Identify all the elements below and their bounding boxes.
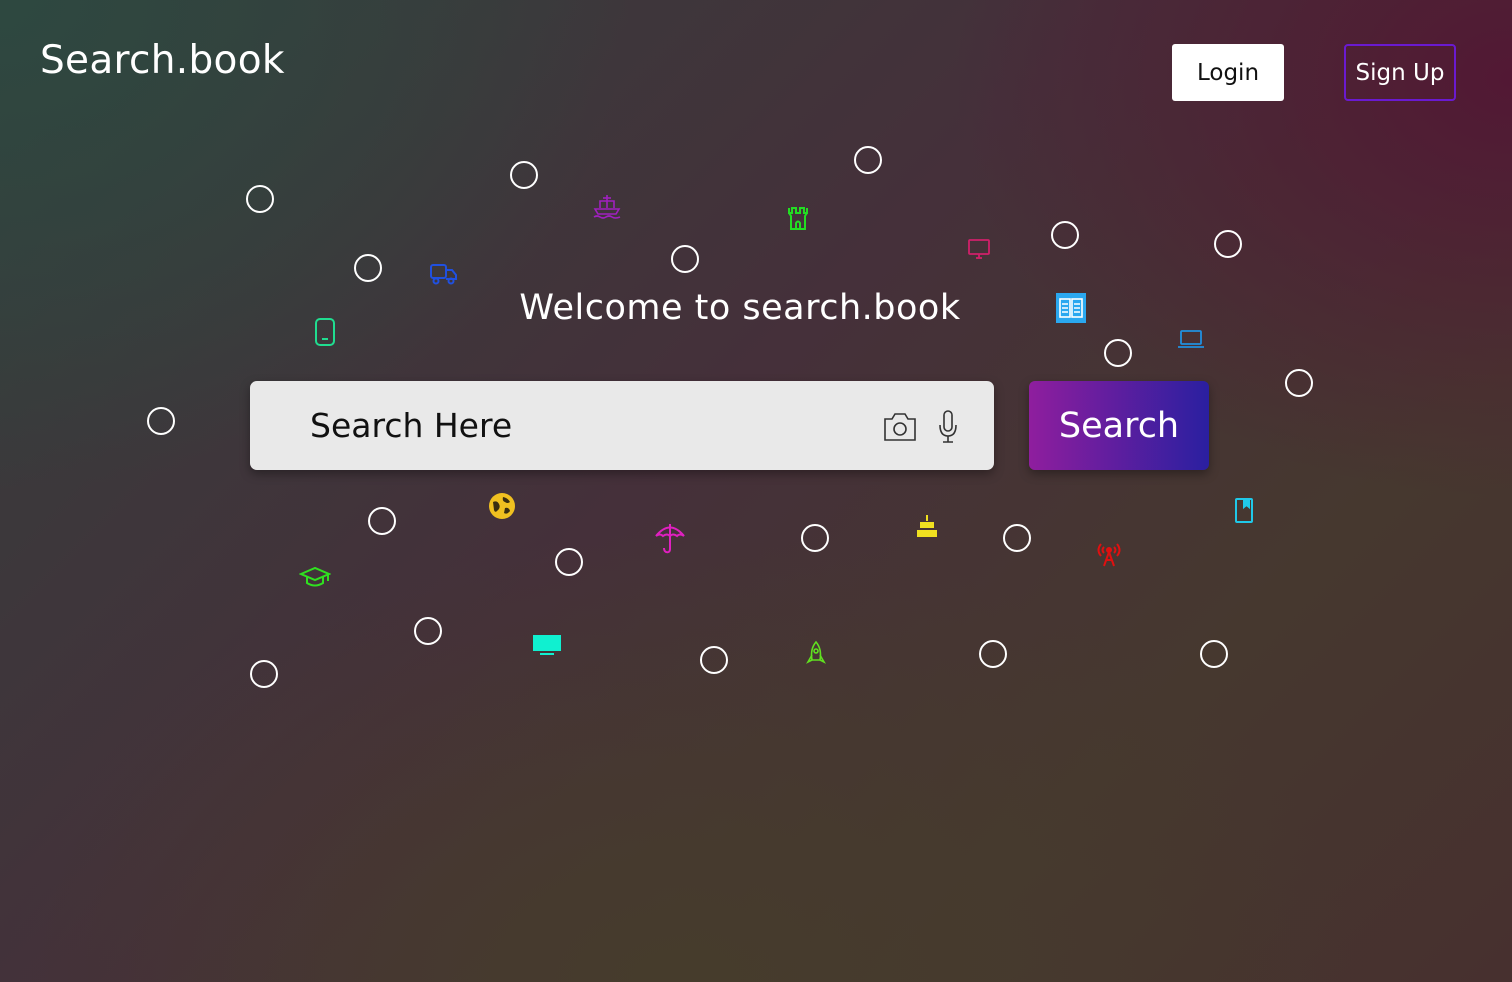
search-input[interactable] bbox=[306, 381, 914, 470]
tv-icon bbox=[533, 635, 561, 655]
microphone-icon[interactable] bbox=[938, 409, 958, 445]
login-button[interactable]: Login bbox=[1172, 44, 1284, 101]
globe-icon bbox=[489, 493, 515, 519]
bubble-circle bbox=[510, 161, 538, 189]
bubble-circle bbox=[854, 146, 882, 174]
radio-tower-icon bbox=[1097, 543, 1121, 567]
bubble-circle bbox=[1104, 339, 1132, 367]
rocket-icon bbox=[805, 640, 827, 664]
ship-icon bbox=[593, 195, 621, 219]
site-logo[interactable]: Search.book bbox=[40, 38, 285, 83]
bubble-circle bbox=[1214, 230, 1242, 258]
bubble-circle bbox=[700, 646, 728, 674]
bubble-circle bbox=[414, 617, 442, 645]
bubble-circle bbox=[801, 524, 829, 552]
bubble-circle bbox=[979, 640, 1007, 668]
graduation-cap-icon bbox=[299, 566, 331, 587]
bubble-circle bbox=[1051, 221, 1079, 249]
bubble-circle bbox=[354, 254, 382, 282]
camera-icon[interactable] bbox=[882, 411, 918, 443]
bubble-circle bbox=[671, 245, 699, 273]
cake-icon bbox=[917, 515, 937, 537]
book-icon bbox=[1235, 498, 1253, 523]
search-button[interactable]: Search bbox=[1029, 381, 1209, 470]
bubble-circle bbox=[555, 548, 583, 576]
laptop-icon bbox=[1178, 330, 1204, 348]
bubble-circle bbox=[147, 407, 175, 435]
bubble-circle bbox=[1200, 640, 1228, 668]
monitor-icon bbox=[968, 239, 990, 259]
castle-icon bbox=[788, 207, 808, 230]
umbrella-icon bbox=[655, 524, 685, 554]
bubble-circle bbox=[1003, 524, 1031, 552]
search-bar bbox=[250, 381, 994, 470]
bubble-circle bbox=[1285, 369, 1313, 397]
truck-icon bbox=[430, 264, 457, 285]
bubble-circle bbox=[368, 507, 396, 535]
bubble-circle bbox=[246, 185, 274, 213]
signup-button[interactable]: Sign Up bbox=[1344, 44, 1456, 101]
welcome-heading: Welcome to search.book bbox=[519, 288, 961, 328]
bubble-circle bbox=[250, 660, 278, 688]
